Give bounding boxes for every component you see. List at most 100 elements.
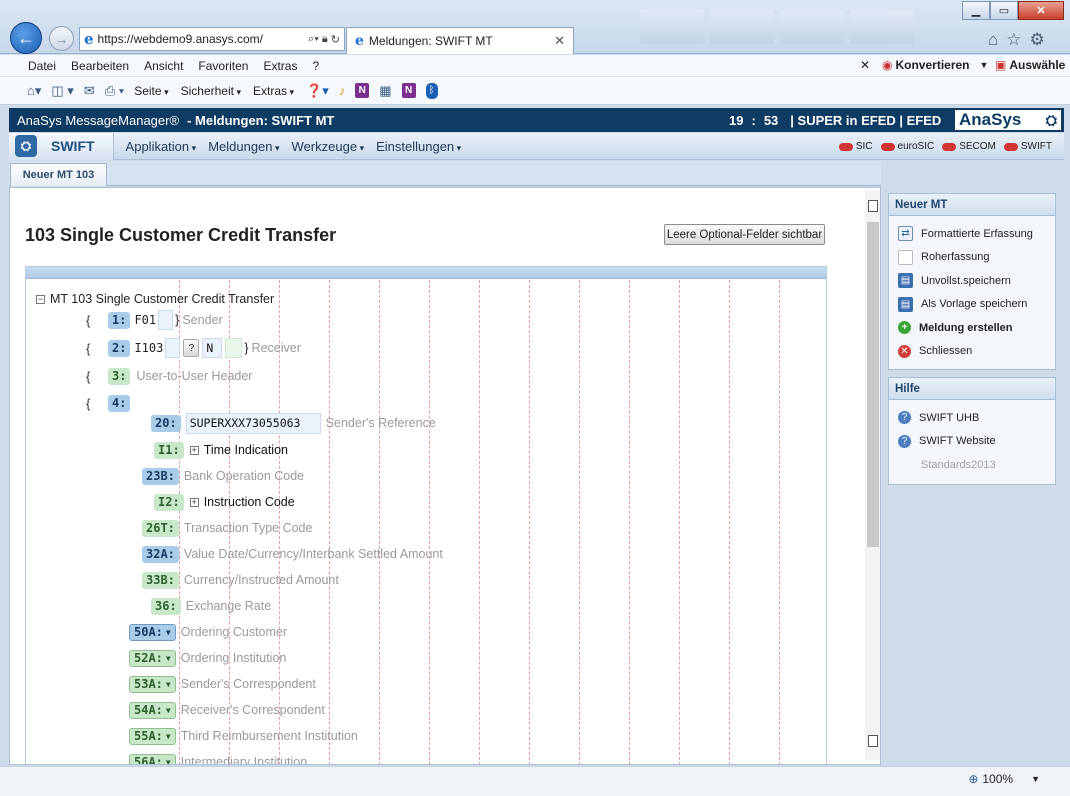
feeds-icon[interactable]: ◫ ▾ (51, 83, 73, 99)
action-schliessen[interactable]: ✕ Schliessen (889, 340, 1055, 364)
link-label: SWIFT UHB (919, 411, 980, 424)
action-meldung-erstellen[interactable]: + Meldung erstellen (889, 316, 1055, 340)
logo-emblem-icon: ⛭ (1045, 111, 1057, 128)
help-icon[interactable]: ❓▾ (306, 83, 329, 99)
field-20-tag: 20: (151, 414, 181, 432)
action-roherfassung[interactable]: Roherfassung (889, 246, 1055, 270)
scroll-down-button[interactable] (868, 735, 878, 747)
settings-gear-icon[interactable]: ⚙ (1030, 30, 1045, 50)
block-2-lookup-button[interactable]: ? (183, 339, 200, 357)
zoom-control[interactable]: ⊕ 100% ▼ (968, 772, 1040, 786)
favorites-star-icon[interactable]: ☆ (1006, 30, 1021, 50)
field-54a-option-select[interactable]: 54A: ▼ (129, 701, 176, 719)
field-53a: 53A: ▼ Sender's Correspondent (129, 674, 316, 694)
seite-menu[interactable]: Seite (134, 84, 168, 98)
menu-help[interactable]: ? (312, 59, 319, 73)
action-label: Unvollst.speichern (921, 274, 1011, 287)
menu-datei[interactable]: Datei (28, 59, 56, 73)
panel-neuer-mt-title: Neuer MT (889, 194, 1055, 216)
clock-separator: : (751, 112, 756, 128)
refresh-icon[interactable]: ↻ (331, 33, 340, 46)
nav-werkzeuge[interactable]: Werkzeuge (292, 139, 365, 154)
block-2-extra-input[interactable] (225, 338, 243, 358)
field-56a-tag: 56A: (134, 755, 163, 765)
nav-applikation[interactable]: Applikation (126, 139, 197, 154)
home-cmd-icon[interactable]: ⌂▾ (27, 83, 41, 99)
status-light-icon (942, 142, 957, 151)
extras-cmd-menu[interactable]: Extras (253, 84, 294, 98)
scroll-up-button[interactable] (868, 200, 878, 212)
message-form: − MT 103 Single Customer Credit Transfer… (25, 266, 827, 765)
block-2-input[interactable] (165, 338, 181, 358)
search-icon[interactable]: ⌕▾ (308, 33, 319, 46)
auswaehlen-label: Auswähle (1009, 58, 1066, 72)
field-i1-label: Time Indication (203, 443, 288, 457)
nav-meldungen[interactable]: Meldungen (208, 139, 279, 154)
onenote-icon[interactable]: N (355, 83, 370, 98)
logo-text: AnaSys (959, 110, 1022, 129)
menu-bearbeiten[interactable]: Bearbeiten (71, 59, 129, 73)
close-window-button[interactable]: ✕ (1018, 1, 1064, 20)
url-text[interactable]: https://webdemo9.anasys.com/ (98, 32, 306, 46)
link-swift-uhb[interactable]: ? SWIFT UHB (889, 406, 1055, 430)
block-4-tag: 4: (108, 394, 131, 412)
expand-icon[interactable]: + (189, 497, 199, 507)
table-icon[interactable]: ▦ (379, 83, 391, 99)
sicherheit-menu[interactable]: Sicherheit (181, 84, 241, 98)
auswaehlen-button[interactable]: ▣ Auswähle (995, 58, 1065, 72)
field-53a-option-select[interactable]: 53A: ▼ (129, 675, 176, 693)
minimize-button[interactable]: ▁ (962, 1, 990, 20)
menu-favoriten[interactable]: Favoriten (198, 59, 248, 73)
block-1-input[interactable] (158, 310, 174, 330)
konvertieren-button[interactable]: ◉ Konvertieren ▼ (882, 58, 1003, 72)
research-icon[interactable]: ♪ (339, 83, 346, 98)
close-tab-icon[interactable]: ✕ (554, 33, 565, 49)
action-label: Schliessen (919, 345, 973, 358)
field-56a-option-select[interactable]: 56A: ▼ (129, 753, 176, 765)
panel-neuer-mt: Neuer MT ⇄ Formattierte Erfassung Roherf… (888, 193, 1056, 370)
block-3-label: User-to-User Header (136, 369, 253, 383)
field-i2-tag: I2: (154, 493, 184, 511)
field-36-label: Exchange Rate (185, 599, 272, 613)
link-swift-website[interactable]: ? SWIFT Website (889, 430, 1055, 454)
maximize-button[interactable]: ▭ (990, 1, 1018, 20)
block-1-tag: 1: (108, 311, 131, 329)
browser-tab[interactable]: e Meldungen: SWIFT MT ✕ (346, 27, 574, 54)
address-bar[interactable]: e https://webdemo9.anasys.com/ ⌕▾ 🔒︎ ↻ (79, 27, 345, 51)
standards-label: Standards2013 (921, 458, 996, 471)
field-55a-option-select[interactable]: 55A: ▼ (129, 727, 176, 745)
field-52a-option-select[interactable]: 52A: ▼ (129, 649, 176, 667)
field-i2-label: Instruction Code (203, 495, 295, 509)
tab-neuer-mt-103[interactable]: Neuer MT 103 (10, 163, 107, 186)
block-3: 3: User-to-User Header (108, 366, 252, 386)
print-icon[interactable]: ⎙ ▾ (105, 83, 124, 99)
menu-ansicht[interactable]: Ansicht (144, 59, 183, 73)
menu-extras[interactable]: Extras (263, 59, 297, 73)
vertical-scrollbar[interactable] (865, 190, 880, 760)
home-icon[interactable]: ⌂ (988, 30, 998, 50)
lock-icon[interactable]: 🔒︎ (322, 33, 328, 46)
command-bar: ⌂▾ ◫ ▾ ✉ ⎙ ▾ Seite Sicherheit Extras ❓▾ … (0, 77, 1070, 105)
field-55a-label: Third Reimbursement Institution (180, 729, 358, 743)
mail-icon[interactable]: ✉ (84, 83, 95, 99)
browser-tab-title: Meldungen: SWIFT MT (368, 34, 493, 48)
collapse-icon[interactable]: − (36, 294, 45, 304)
action-als-vorlage-speichern[interactable]: ▤ Als Vorlage speichern (889, 293, 1055, 317)
show-optional-fields-button[interactable]: Leere Optional-Felder sichtbar (664, 224, 825, 245)
field-20-input[interactable]: SUPERXXX73055063 (185, 412, 321, 434)
action-unvollst-speichern[interactable]: ▤ Unvollst.speichern (889, 269, 1055, 293)
module-swift[interactable]: ⛭ SWIFT (9, 132, 114, 160)
nav-einstellungen[interactable]: Einstellungen (376, 139, 461, 154)
action-formattierte-erfassung[interactable]: ⇄ Formattierte Erfassung (889, 222, 1055, 246)
scroll-thumb[interactable] (867, 222, 879, 547)
forward-button[interactable]: → (49, 26, 74, 51)
menubar-close-icon[interactable]: ✕ (860, 58, 870, 72)
back-button[interactable]: ← (10, 22, 42, 54)
block-2-priority[interactable]: N (202, 338, 223, 358)
zoom-dropdown-icon[interactable]: ▼ (1031, 774, 1040, 784)
field-50a-option-select[interactable]: 50A: ▼ (129, 623, 176, 641)
bluetooth-icon[interactable]: ᛒ (425, 82, 438, 99)
field-32a-label: Value Date/Currency/Interbank Settled Am… (183, 547, 443, 561)
onenote-send-icon[interactable]: N (401, 83, 416, 98)
expand-icon[interactable]: + (189, 445, 199, 455)
